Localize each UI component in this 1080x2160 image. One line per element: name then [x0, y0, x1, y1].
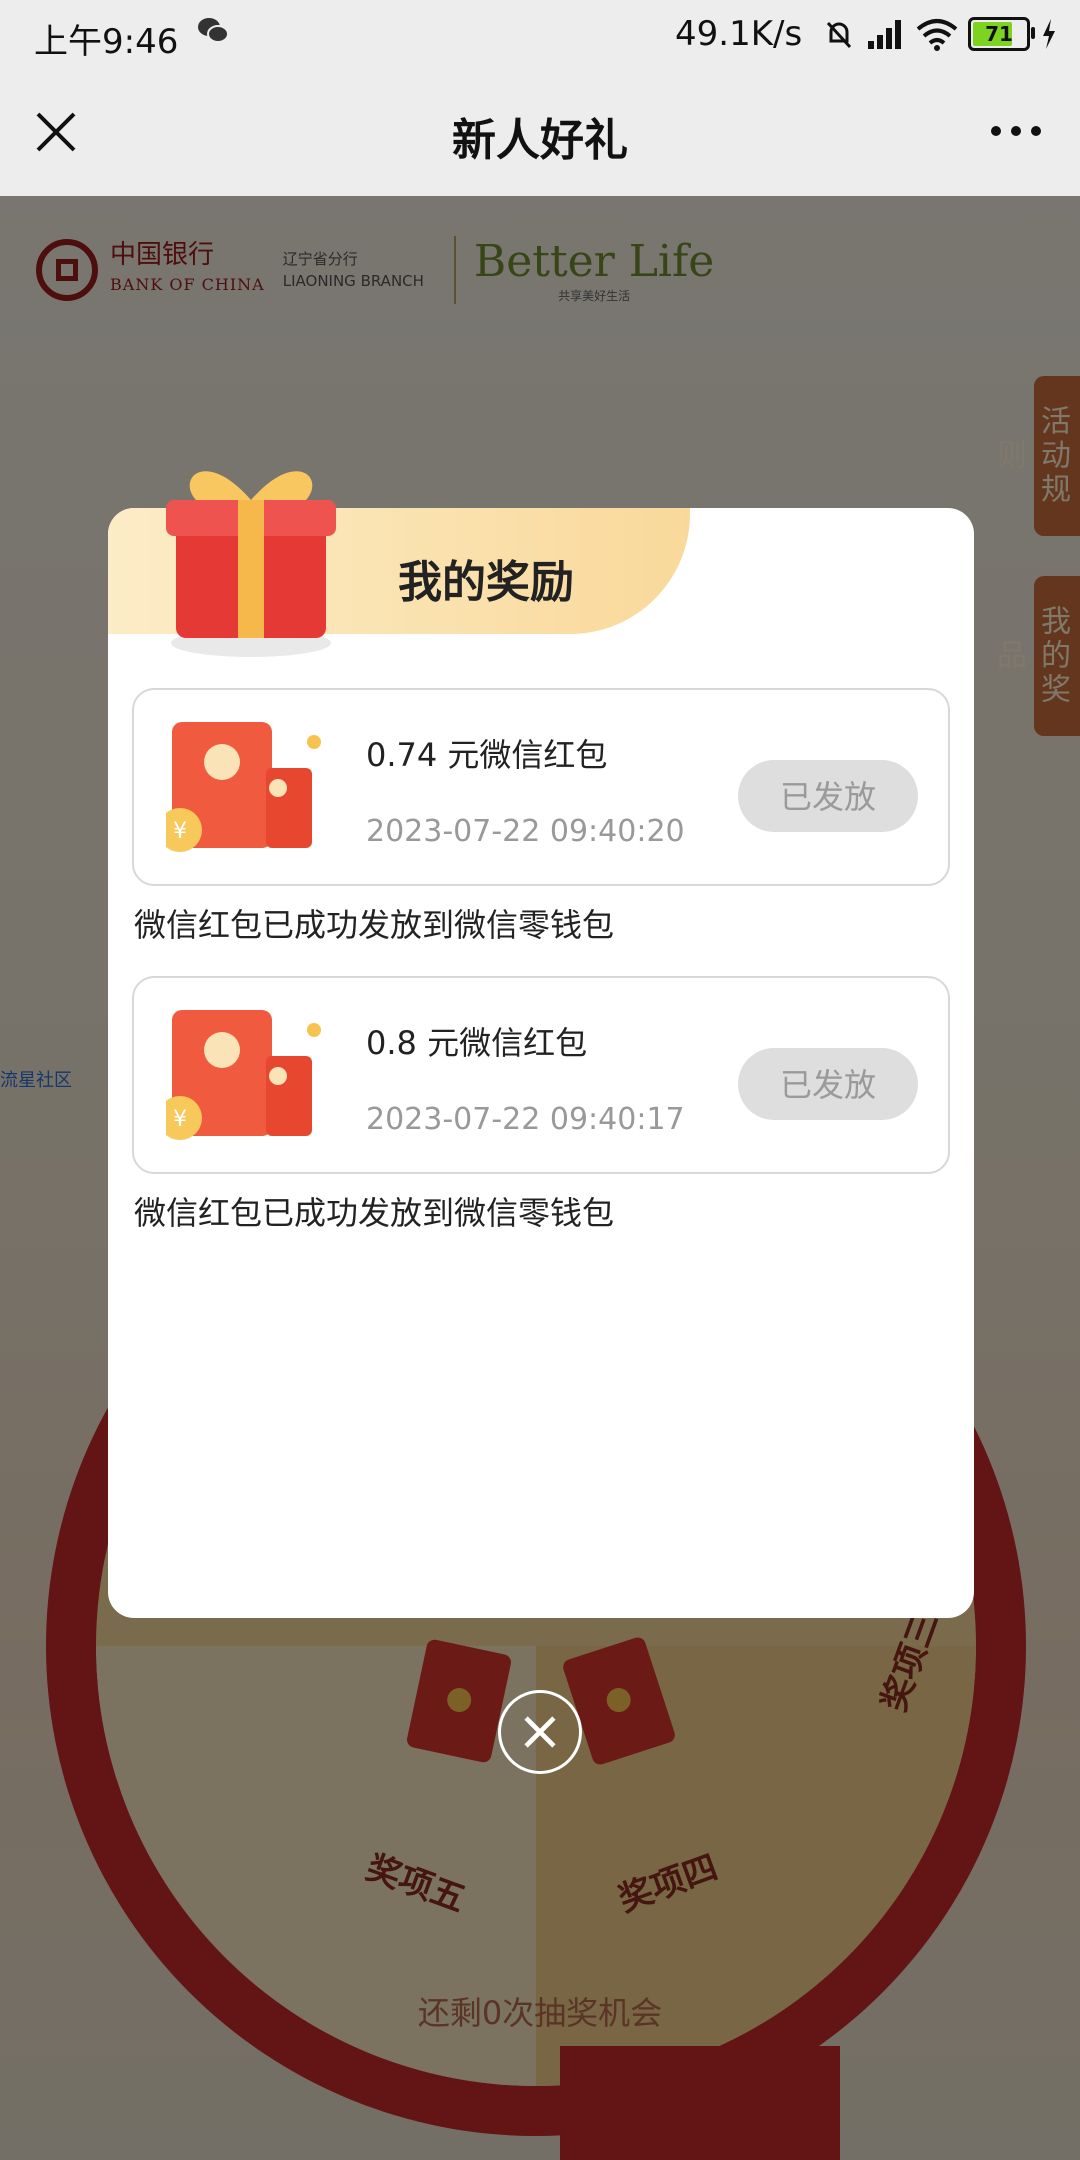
- svg-text:¥: ¥: [173, 819, 187, 844]
- reward-time: 2023-07-22 09:40:20: [366, 814, 685, 849]
- red-packet-icon: ¥: [166, 1010, 321, 1140]
- reward-card: ¥ 0.74 元微信红包 2023-07-22 09:40:20 已发放: [132, 688, 950, 886]
- clock: 上午9:46: [34, 22, 179, 62]
- reward-time: 2023-07-22 09:40:17: [366, 1102, 685, 1137]
- my-rewards-modal: 我的奖励 ¥ 0.74 元微信红包 2023-07-22 09:40:20 已发…: [108, 471, 974, 1618]
- reward-note: 微信红包已成功发放到微信零钱包: [134, 1194, 615, 1232]
- title-bar: 新人好礼: [0, 70, 1080, 197]
- battery-level: 71: [985, 22, 1013, 46]
- status-bar: 上午9:46 49.1K/s 71: [0, 0, 1080, 70]
- page-title: 新人好礼: [452, 115, 628, 166]
- svg-text:¥: ¥: [173, 1107, 187, 1132]
- reward-note: 微信红包已成功发放到微信零钱包: [134, 906, 615, 944]
- issued-button: 已发放: [738, 1048, 918, 1120]
- modal-close-icon[interactable]: [498, 1690, 582, 1774]
- more-options-icon[interactable]: [986, 114, 1046, 148]
- issued-button: 已发放: [738, 760, 918, 832]
- reward-card: ¥ 0.8 元微信红包 2023-07-22 09:40:17 已发放: [132, 976, 950, 1174]
- signal-icon: [868, 20, 901, 49]
- reward-name: 0.8 元微信红包: [366, 1024, 588, 1062]
- reward-name: 0.74 元微信红包: [366, 736, 608, 774]
- battery-icon: 71: [968, 17, 1035, 51]
- gift-icon: [166, 471, 336, 657]
- wifi-icon: [916, 19, 958, 51]
- network-rate: 49.1K/s: [675, 14, 803, 54]
- modal-title: 我的奖励: [398, 557, 574, 608]
- mute-bell-icon: [826, 21, 852, 49]
- charging-icon: [1043, 19, 1055, 49]
- wechat-icon: [198, 18, 229, 43]
- red-packet-icon: ¥: [166, 722, 321, 852]
